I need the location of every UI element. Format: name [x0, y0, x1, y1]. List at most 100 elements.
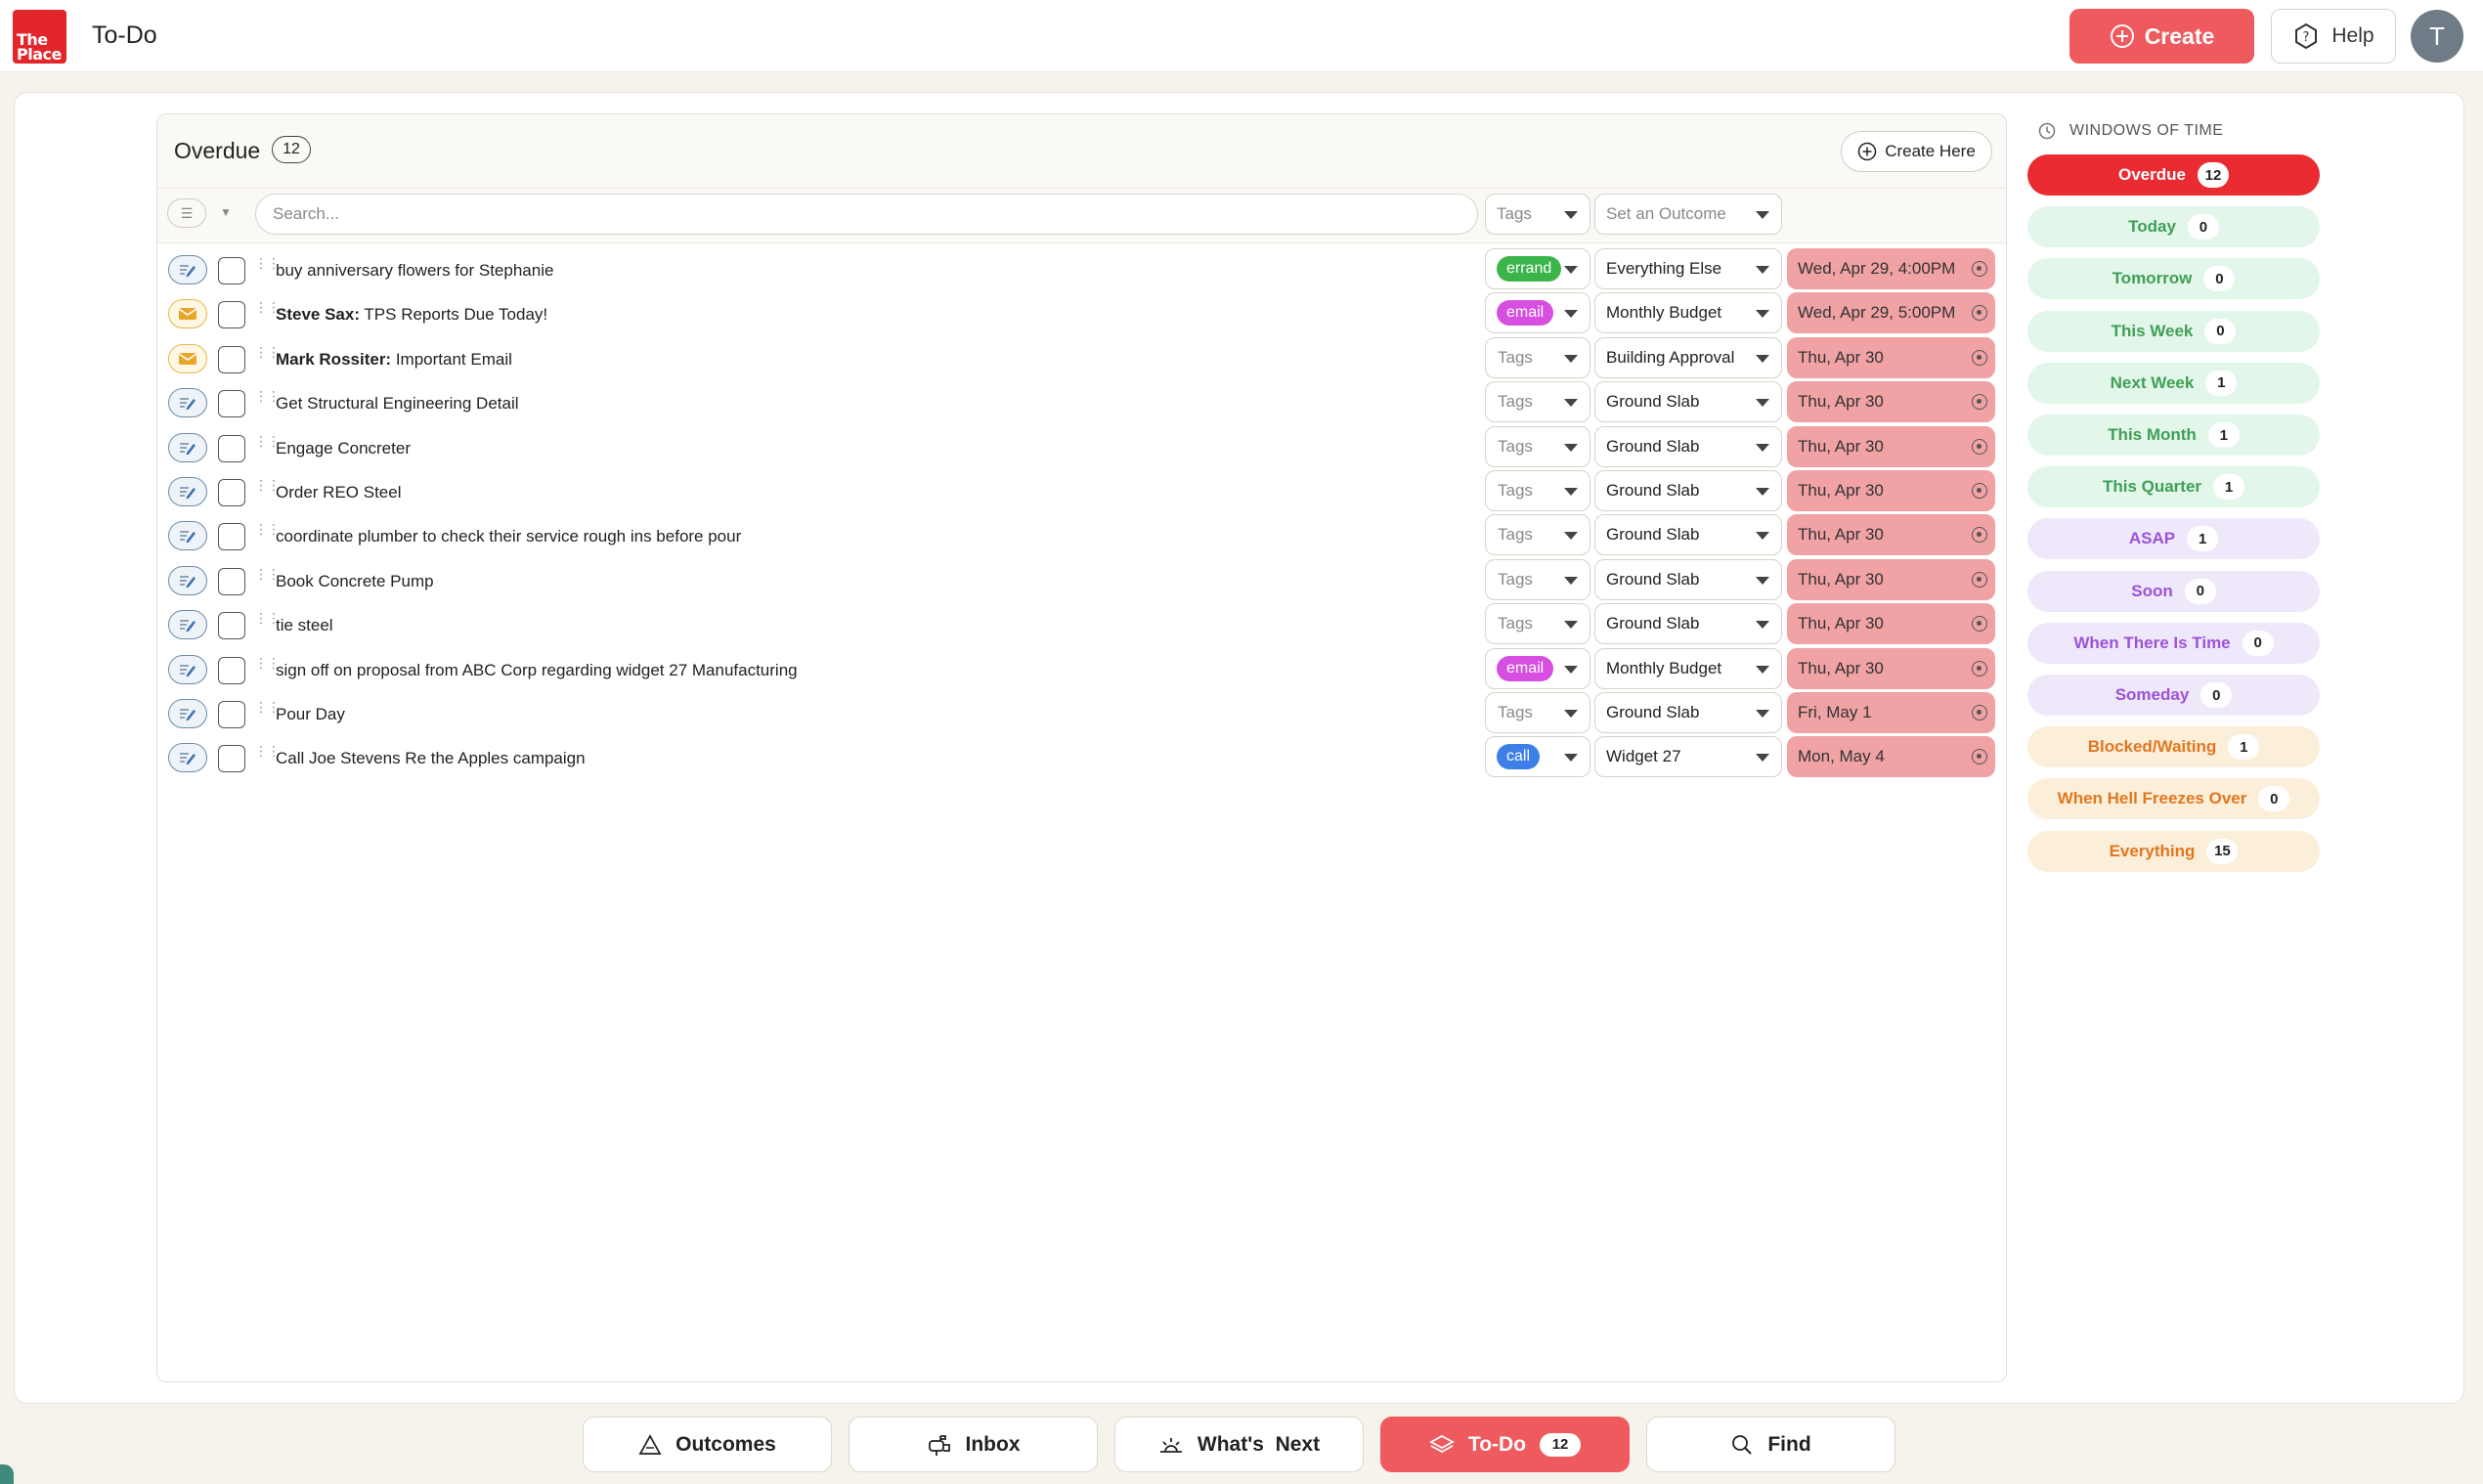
clear-date-icon[interactable] [1972, 571, 1987, 588]
table-row[interactable]: ⋮⋮ Pour Day Tags Ground Slab Fri, May 1 [157, 691, 2006, 735]
tag-select[interactable]: Tags [1485, 558, 1590, 600]
complete-checkbox[interactable] [218, 745, 245, 773]
table-row[interactable]: ⋮⋮ Engage Concreter Tags Ground Slab Thu… [157, 425, 2006, 469]
tag-select[interactable]: Tags [1485, 692, 1590, 733]
tag-select[interactable]: email [1485, 647, 1590, 689]
tag-select[interactable]: email [1485, 292, 1590, 334]
table-row[interactable]: ⋮⋮ Book Concrete Pump Tags Ground Slab T… [157, 558, 2006, 602]
window-of-time-item[interactable]: Blocked/Waiting 1 [2027, 726, 2320, 768]
outcome-select[interactable]: Ground Slab [1594, 425, 1782, 467]
outcome-select[interactable]: Ground Slab [1594, 381, 1782, 423]
due-date-field[interactable]: Thu, Apr 30 [1787, 603, 1995, 645]
due-date-field[interactable]: Mon, May 4 [1787, 736, 1995, 778]
task-title[interactable]: Get Structural Engineering Detail [276, 394, 519, 414]
task-type-button[interactable] [168, 477, 207, 506]
window-of-time-item[interactable]: Overdue 12 [2027, 154, 2320, 196]
outcome-select[interactable]: Ground Slab [1594, 558, 1782, 600]
due-date-field[interactable]: Thu, Apr 30 [1787, 647, 1995, 689]
outcome-select[interactable]: Monthly Budget [1594, 647, 1782, 689]
outcome-select[interactable]: Building Approval [1594, 336, 1782, 378]
tag-select[interactable]: Tags [1485, 603, 1590, 645]
table-row[interactable]: ⋮⋮ Steve Sax: TPS Reports Due Today! ema… [157, 291, 2006, 335]
outcome-select[interactable]: Ground Slab [1594, 603, 1782, 645]
window-of-time-item[interactable]: When There Is Time 0 [2027, 622, 2320, 664]
complete-checkbox[interactable] [218, 434, 245, 462]
due-date-field[interactable]: Thu, Apr 30 [1787, 558, 1995, 600]
drag-handle-icon[interactable]: ⋮⋮ [254, 700, 281, 722]
task-title[interactable]: sign off on proposal from ABC Corp regar… [276, 661, 798, 680]
email-type-button[interactable] [168, 343, 207, 373]
drag-handle-icon[interactable]: ⋮⋮ [254, 345, 281, 368]
task-type-button[interactable] [168, 565, 207, 595]
nav-to-do-button[interactable]: To-Do 12 [1380, 1417, 1630, 1472]
due-date-field[interactable]: Thu, Apr 30 [1787, 470, 1995, 511]
drag-handle-icon[interactable]: ⋮⋮ [254, 656, 281, 678]
drag-handle-icon[interactable]: ⋮⋮ [254, 389, 281, 412]
clear-date-icon[interactable] [1972, 305, 1987, 322]
clear-date-icon[interactable] [1972, 705, 1987, 720]
complete-checkbox[interactable] [218, 523, 245, 551]
nav-what-s-next-button[interactable]: What's Next [1114, 1417, 1364, 1472]
drag-handle-icon[interactable]: ⋮⋮ [254, 256, 281, 279]
task-title[interactable]: Mark Rossiter: Important Email [276, 350, 512, 370]
task-title[interactable]: Order REO Steel [276, 483, 402, 502]
table-row[interactable]: ⋮⋮ sign off on proposal from ABC Corp re… [157, 647, 2006, 691]
clear-date-icon[interactable] [1972, 261, 1987, 277]
tag-select[interactable]: errand [1485, 248, 1590, 289]
drag-handle-icon[interactable]: ⋮⋮ [254, 434, 281, 457]
clear-date-icon[interactable] [1972, 660, 1987, 677]
task-title[interactable]: tie steel [276, 616, 333, 635]
app-logo[interactable]: The Place [13, 10, 66, 64]
window-of-time-item[interactable]: When Hell Freezes Over 0 [2027, 778, 2320, 820]
window-of-time-item[interactable]: Next Week 1 [2027, 362, 2320, 404]
task-title[interactable]: coordinate plumber to check their servic… [276, 527, 741, 546]
table-row[interactable]: ⋮⋮ Mark Rossiter: Important Email Tags B… [157, 336, 2006, 380]
due-date-field[interactable]: Thu, Apr 30 [1787, 425, 1995, 467]
window-of-time-item[interactable]: Today 0 [2027, 206, 2320, 248]
due-date-field[interactable]: Thu, Apr 30 [1787, 336, 1995, 378]
tag-select[interactable]: Tags [1485, 514, 1590, 556]
complete-checkbox[interactable] [218, 345, 245, 373]
tag-select[interactable]: Tags [1485, 336, 1590, 378]
drag-handle-icon[interactable]: ⋮⋮ [254, 567, 281, 589]
task-title[interactable]: Call Joe Stevens Re the Apples campaign [276, 749, 586, 768]
nav-inbox-button[interactable]: Inbox [849, 1417, 1098, 1472]
tag-select[interactable]: Tags [1485, 425, 1590, 467]
due-date-field[interactable]: Thu, Apr 30 [1787, 514, 1995, 556]
tag-select[interactable]: Tags [1485, 470, 1590, 511]
help-button[interactable]: ? Help [2271, 9, 2396, 64]
table-row[interactable]: ⋮⋮ tie steel Tags Ground Slab Thu, Apr 3… [157, 602, 2006, 646]
window-of-time-item[interactable]: ASAP 1 [2027, 518, 2320, 560]
window-of-time-item[interactable]: This Week 0 [2027, 310, 2320, 352]
clear-date-icon[interactable] [1972, 438, 1987, 455]
window-of-time-item[interactable]: Tomorrow 0 [2027, 258, 2320, 300]
window-of-time-item[interactable]: This Quarter 1 [2027, 466, 2320, 508]
task-title[interactable]: Pour Day [276, 705, 345, 724]
create-here-button[interactable]: Create Here [1841, 131, 1992, 172]
window-of-time-item[interactable]: Someday 0 [2027, 675, 2320, 716]
outcome-filter-select[interactable]: Set an Outcome [1594, 194, 1782, 235]
outcome-select[interactable]: Everything Else [1594, 248, 1782, 289]
task-type-button[interactable] [168, 654, 207, 684]
avatar[interactable]: T [2411, 10, 2463, 63]
window-of-time-item[interactable]: Everything 15 [2027, 830, 2320, 872]
task-type-button[interactable] [168, 521, 207, 551]
table-row[interactable]: ⋮⋮ Get Structural Engineering Detail Tag… [157, 380, 2006, 424]
clear-date-icon[interactable] [1972, 394, 1987, 411]
tags-filter-select[interactable]: Tags [1485, 194, 1590, 235]
due-date-field[interactable]: Wed, Apr 29, 5:00PM [1787, 292, 1995, 334]
complete-checkbox[interactable] [218, 301, 245, 329]
create-button[interactable]: Create [2069, 9, 2254, 64]
window-of-time-item[interactable]: This Month 1 [2027, 415, 2320, 456]
view-toggle-button[interactable]: ☰ [167, 198, 206, 228]
outcome-select[interactable]: Ground Slab [1594, 470, 1782, 511]
drag-handle-icon[interactable]: ⋮⋮ [254, 744, 281, 766]
search-input[interactable] [255, 194, 1478, 235]
task-title[interactable]: Engage Concreter [276, 439, 411, 458]
tag-select[interactable]: Tags [1485, 381, 1590, 423]
chevron-down-icon[interactable]: ▼ [220, 205, 232, 219]
complete-checkbox[interactable] [218, 479, 245, 506]
nav-outcomes-button[interactable]: Outcomes [583, 1417, 832, 1472]
clear-date-icon[interactable] [1972, 749, 1987, 765]
table-row[interactable]: ⋮⋮ coordinate plumber to check their ser… [157, 513, 2006, 557]
